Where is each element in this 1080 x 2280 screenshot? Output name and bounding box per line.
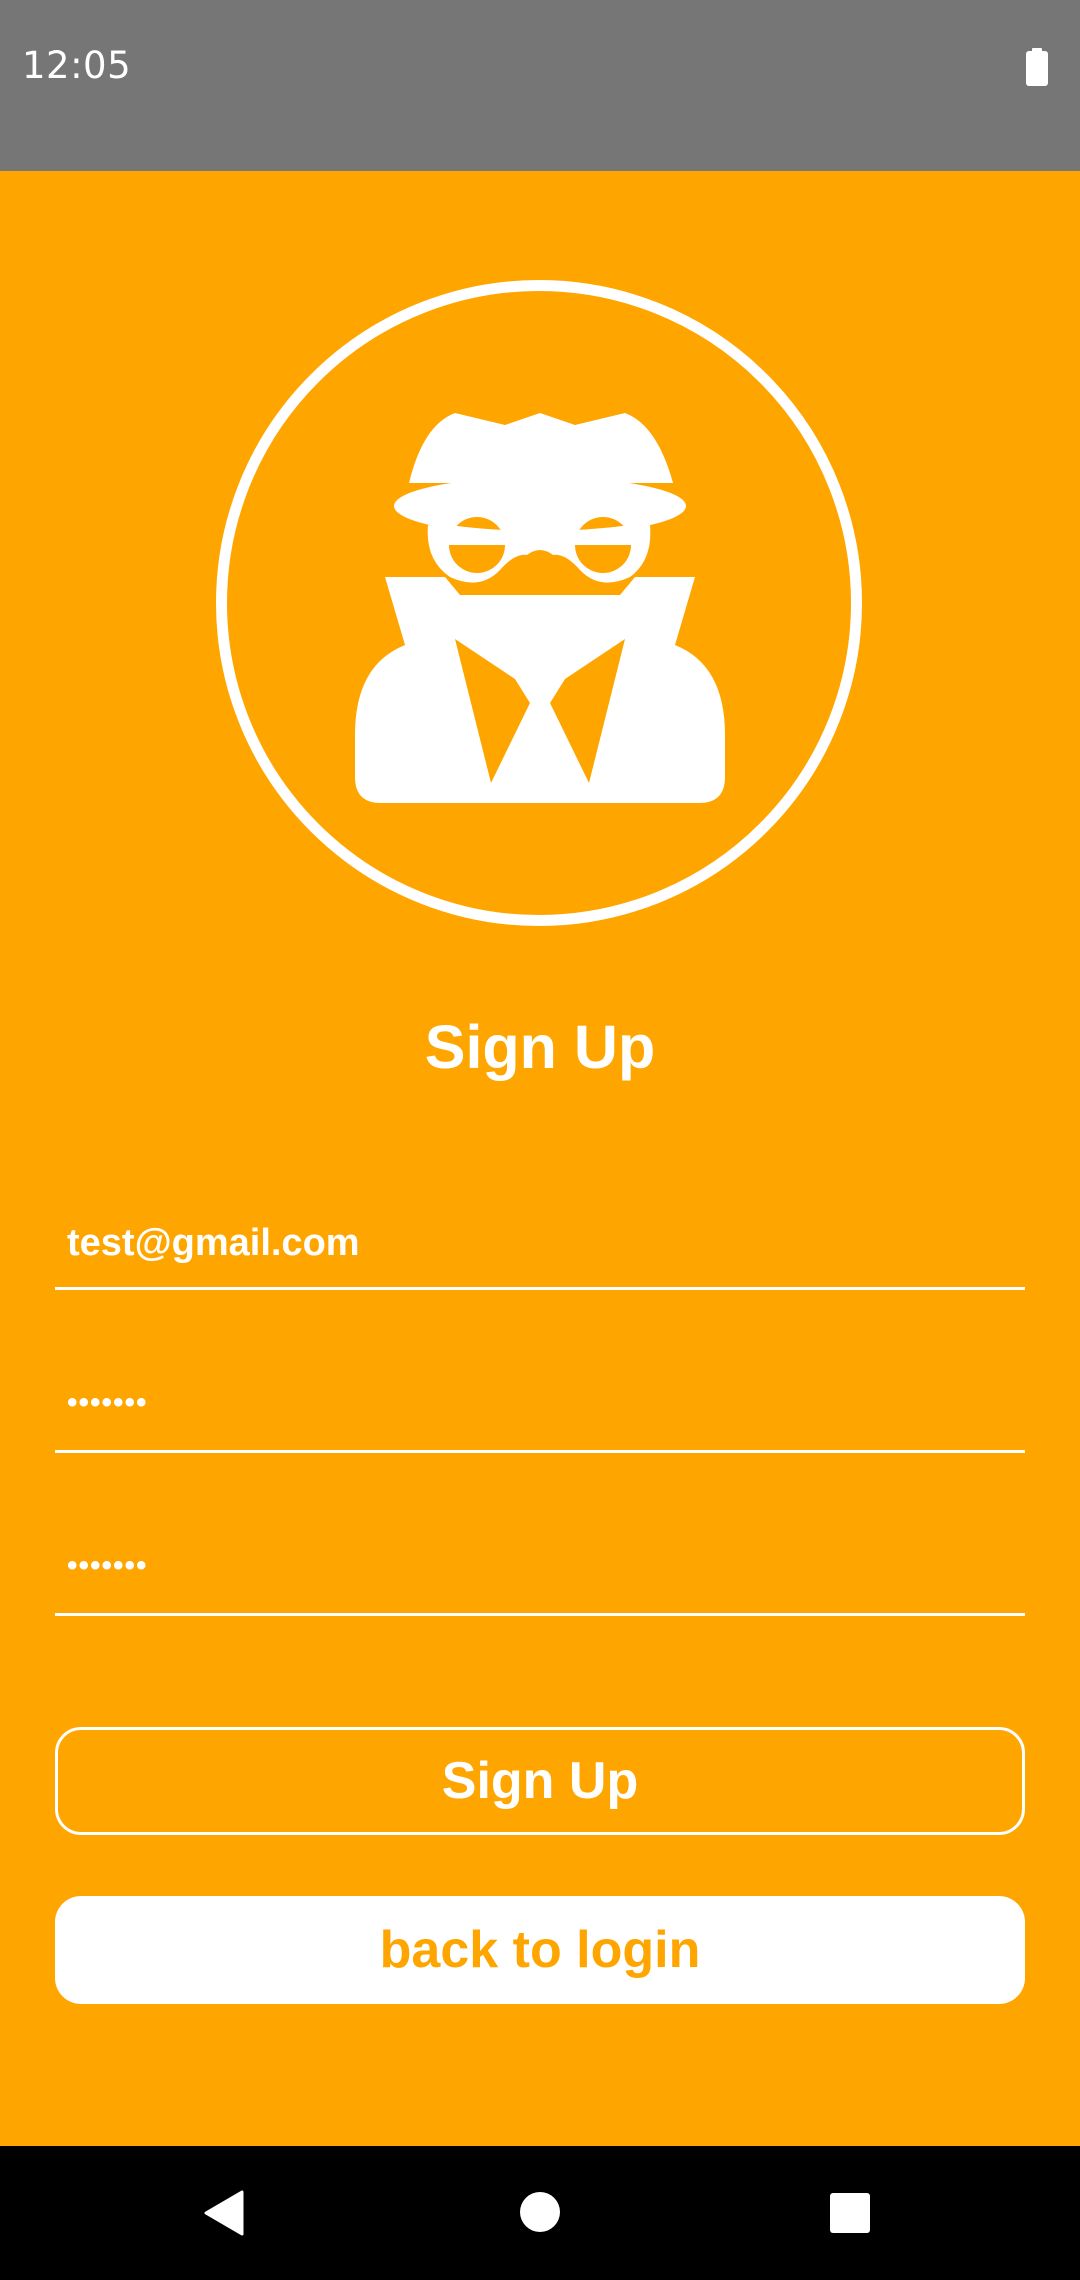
home-icon[interactable] <box>519 2191 561 2233</box>
confirm-password-field[interactable]: ••••••• <box>55 1523 1025 1616</box>
status-time: 12:05 <box>22 44 132 87</box>
sign-up-button[interactable]: Sign Up <box>55 1727 1025 1835</box>
password-field[interactable]: ••••••• <box>55 1360 1025 1453</box>
page-title: Sign Up <box>424 1013 656 1081</box>
email-input[interactable] <box>67 1222 1017 1265</box>
password-input[interactable]: ••••••• <box>67 1386 148 1420</box>
navigation-bar <box>0 2146 1080 2280</box>
confirm-password-input[interactable]: ••••••• <box>67 1549 148 1583</box>
spy-icon <box>355 413 725 803</box>
back-icon[interactable] <box>204 2190 244 2236</box>
status-bar: 12:05 <box>0 0 1080 171</box>
email-field[interactable] <box>55 1197 1025 1290</box>
back-to-login-button[interactable]: back to login <box>55 1896 1025 2004</box>
recents-icon[interactable] <box>829 2192 871 2234</box>
battery-icon <box>1026 48 1048 86</box>
